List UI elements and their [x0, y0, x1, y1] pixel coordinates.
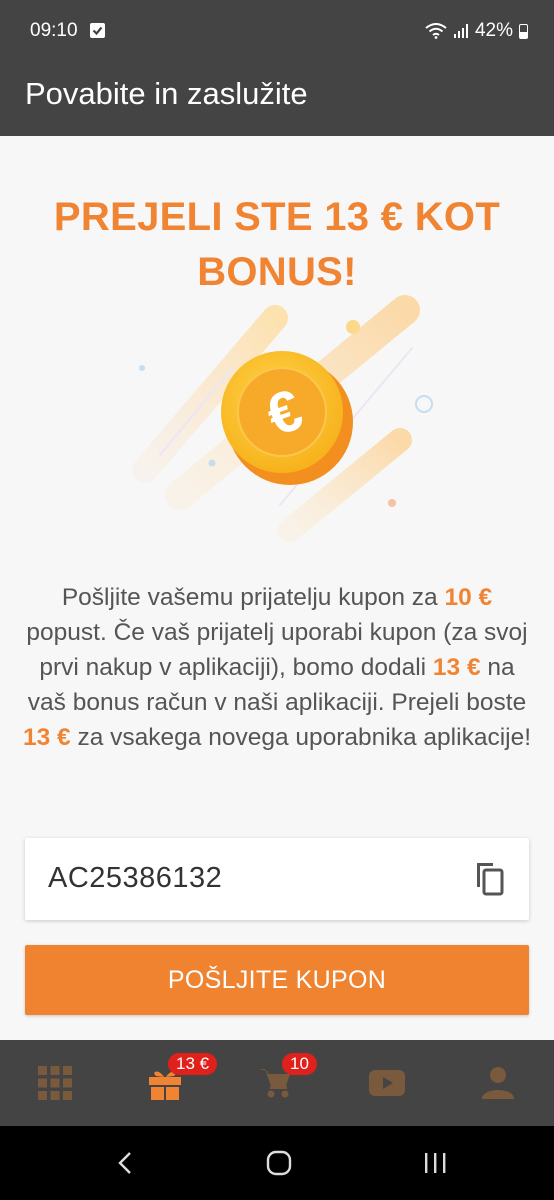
- battery-percent: 42%: [474, 20, 513, 41]
- checkbox-notification-icon: [90, 23, 105, 38]
- headline-line-1: PREJELI STE 13 € KOT: [53, 195, 501, 239]
- wifi-icon: [425, 23, 447, 39]
- recent-apps-button[interactable]: [395, 1126, 475, 1200]
- home-button[interactable]: [239, 1126, 319, 1200]
- euro-coin-illustration: €: [132, 295, 433, 542]
- gift-badge: 13 €: [168, 1053, 218, 1075]
- status-bar: 09:10 42%: [0, 0, 554, 56]
- coupon-box: AC25386132: [25, 838, 529, 920]
- cart-badge: 10: [282, 1053, 317, 1075]
- play-video-icon: [369, 1070, 405, 1096]
- nav-item-catalog[interactable]: [0, 1040, 110, 1126]
- copy-icon[interactable]: [471, 860, 507, 898]
- app-bar: Povabite in zaslužite: [0, 56, 554, 136]
- nav-item-video[interactable]: [332, 1040, 442, 1126]
- signal-icon: [453, 24, 468, 38]
- bonus-amount-per-user: 13 €: [22, 724, 71, 751]
- nav-item-profile[interactable]: [443, 1040, 553, 1126]
- nav-item-referral[interactable]: 13 €: [110, 1040, 220, 1126]
- send-coupon-button[interactable]: POŠLJITE KUPON: [25, 945, 529, 1015]
- description-part-4: za vsakega novega uporabnika aplikacije!: [70, 724, 532, 751]
- bottom-nav: 13 € 10: [0, 1040, 554, 1126]
- bonus-amount: 13 €: [432, 654, 481, 681]
- recent-apps-icon: [425, 1153, 446, 1173]
- coupon-code: AC25386132: [48, 862, 223, 894]
- status-indicators: 42%: [425, 20, 528, 42]
- system-navigation-bar: [0, 1126, 554, 1200]
- grid-icon: [38, 1066, 72, 1100]
- bonus-headline: PREJELI STE 13 € KOT BONUS!: [0, 190, 554, 300]
- user-icon: [482, 1067, 514, 1099]
- referral-description: Pošljite vašemu prijatelju kupon za 10 €…: [22, 580, 532, 755]
- home-icon: [266, 1150, 292, 1176]
- page-title: Povabite in zaslužite: [25, 76, 308, 111]
- battery-icon: [519, 23, 528, 39]
- status-time: 09:10: [30, 20, 78, 41]
- description-part-1: Pošljite vašemu prijatelju kupon za: [61, 584, 445, 611]
- back-button[interactable]: [85, 1126, 165, 1200]
- chevron-left-icon: [118, 1152, 131, 1174]
- discount-amount: 10 €: [444, 584, 493, 611]
- nav-item-cart[interactable]: 10: [220, 1040, 330, 1126]
